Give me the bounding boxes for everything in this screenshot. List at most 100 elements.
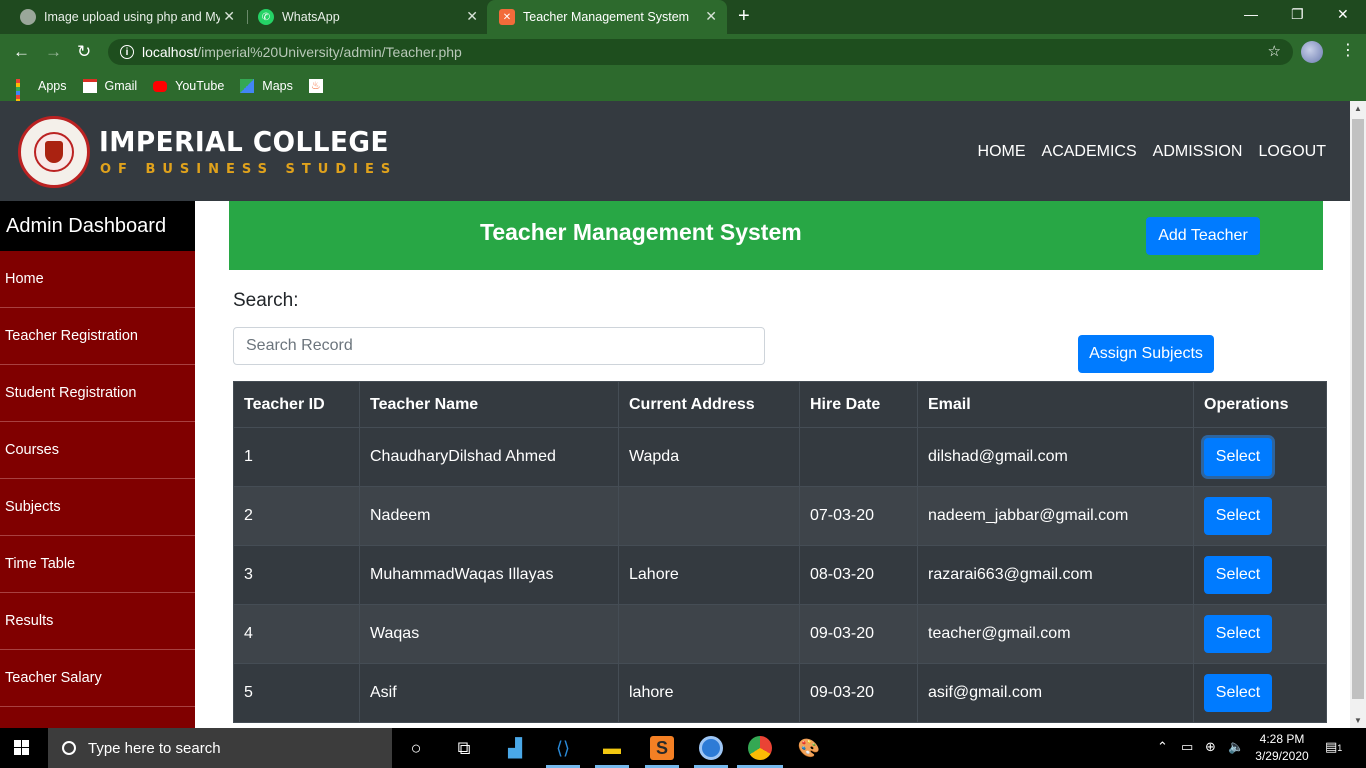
select-button[interactable]: Select <box>1204 556 1272 594</box>
page-banner: Teacher Management System Add Teacher <box>229 201 1323 270</box>
table-row: 1 ChaudharyDilshad Ahmed Wapda dilshad@g… <box>233 427 1327 487</box>
cell-address <box>618 486 800 546</box>
clock-date: 3/29/2020 <box>1255 749 1309 763</box>
info-icon[interactable]: i <box>120 45 134 59</box>
sidebar-item-student-registration[interactable]: Student Registration <box>0 365 195 422</box>
scroll-up-arrow-icon[interactable]: ▲ <box>1354 104 1362 113</box>
browser-tab-teacher-management[interactable]: ✕ Teacher Management System ✕ <box>487 0 727 34</box>
desktop-app-icon[interactable]: ▟ <box>503 736 527 760</box>
notifications-icon[interactable]: ▤1 <box>1325 739 1342 755</box>
taskbar-search-placeholder: Type here to search <box>88 739 221 757</box>
more-menu-icon[interactable]: ⋮ <box>1340 40 1356 60</box>
bookmark-maps[interactable]: Maps <box>240 79 293 93</box>
cortana-circle-icon[interactable]: ○ <box>404 736 428 760</box>
task-view-icon[interactable]: ⧉ <box>452 736 476 760</box>
sidebar-item-courses[interactable]: Courses <box>0 422 195 479</box>
search-input[interactable] <box>233 327 765 365</box>
windows-taskbar: Type here to search ○ ⧉ ▟ ⟨⟩ ▬ S 🎨 ⌃ ▭ ⊕… <box>0 728 1366 768</box>
select-button[interactable]: Select <box>1204 438 1272 476</box>
sidebar-item-results[interactable]: Results <box>0 593 195 650</box>
select-button[interactable]: Select <box>1204 674 1272 712</box>
network-icon[interactable]: ⊕ <box>1205 739 1216 755</box>
chrome-blue-icon[interactable] <box>699 736 723 760</box>
brand-name: IMPERIAL COLLEGE <box>99 125 389 158</box>
column-header-operations: Operations <box>1193 381 1327 428</box>
profile-avatar[interactable] <box>1301 41 1323 63</box>
tab-title: Image upload using php and My <box>44 10 220 24</box>
close-tab-icon[interactable]: ✕ <box>705 8 717 25</box>
nav-logout[interactable]: LOGOUT <box>1258 143 1326 161</box>
table-row: 5 Asif lahore 09-03-20 asif@gmail.com Se… <box>233 663 1327 723</box>
bookmark-gmail[interactable]: Gmail <box>82 79 138 93</box>
sublime-text-icon[interactable]: S <box>650 736 674 760</box>
sidebar-item-teacher-salary[interactable]: Teacher Salary <box>0 650 195 707</box>
scroll-down-arrow-icon[interactable]: ▼ <box>1354 716 1362 725</box>
new-tab-icon[interactable]: + <box>738 5 750 28</box>
nav-admission[interactable]: ADMISSION <box>1153 143 1243 161</box>
table-header-row: Teacher ID Teacher Name Current Address … <box>233 381 1327 428</box>
add-teacher-button[interactable]: Add Teacher <box>1146 217 1260 255</box>
nav-home[interactable]: HOME <box>978 143 1026 161</box>
cell-teacher-id: 4 <box>233 604 360 664</box>
scrollbar-thumb[interactable] <box>1352 119 1364 699</box>
cell-operations: Select <box>1193 486 1327 546</box>
vscode-icon[interactable]: ⟨⟩ <box>551 736 575 760</box>
close-tab-icon[interactable]: ✕ <box>223 8 235 25</box>
close-window-icon[interactable]: ✕ <box>1337 6 1349 23</box>
bookmark-label: Apps <box>38 79 67 93</box>
table-row: 3 MuhammadWaqas Illayas Lahore 08-03-20 … <box>233 545 1327 605</box>
select-button[interactable]: Select <box>1204 615 1272 653</box>
browser-tab-image-upload[interactable]: Image upload using php and My ✕ <box>0 0 245 34</box>
bookmark-star-icon[interactable]: ☆ <box>1268 42 1281 60</box>
url-omnibox[interactable]: i localhost/imperial%20University/admin/… <box>108 39 1293 65</box>
close-tab-icon[interactable]: ✕ <box>466 8 478 25</box>
sidebar-item-time-table[interactable]: Time Table <box>0 536 195 593</box>
bookmark-site[interactable]: ♨ <box>308 79 331 93</box>
cell-hire-date: 08-03-20 <box>799 545 918 605</box>
bookmark-youtube[interactable]: YouTube <box>153 79 224 93</box>
seal-inner <box>34 132 74 172</box>
sidebar-item-home[interactable]: Home <box>0 251 195 308</box>
sidebar-item-subjects[interactable]: Subjects <box>0 479 195 536</box>
sidebar-title: Admin Dashboard <box>0 201 195 251</box>
assign-subjects-button[interactable]: Assign Subjects <box>1078 335 1214 373</box>
tab-title: Teacher Management System <box>523 10 690 24</box>
paint-icon[interactable]: 🎨 <box>797 736 821 760</box>
select-button[interactable]: Select <box>1204 497 1272 535</box>
taskbar-clock[interactable]: 4:28 PM 3/29/2020 <box>1248 731 1316 765</box>
back-arrow-icon[interactable]: ← <box>13 42 30 62</box>
tray-chevron-icon[interactable]: ⌃ <box>1157 739 1168 755</box>
college-logo-seal[interactable] <box>18 116 90 188</box>
whatsapp-icon: ✆ <box>258 9 274 25</box>
battery-icon[interactable]: ▭ <box>1181 739 1193 755</box>
forward-arrow-icon[interactable]: → <box>45 42 62 62</box>
sidebar-item-teacher-registration[interactable]: Teacher Registration <box>0 308 195 365</box>
file-explorer-icon[interactable]: ▬ <box>600 736 624 760</box>
cell-teacher-name: MuhammadWaqas Illayas <box>359 545 619 605</box>
nav-academics[interactable]: ACADEMICS <box>1042 143 1137 161</box>
brand-tagline: OF BUSINESS STUDIES <box>100 162 398 177</box>
browser-tab-bar: Image upload using php and My ✕ ✆ WhatsA… <box>0 0 1366 34</box>
restore-icon[interactable]: ❐ <box>1291 6 1304 23</box>
bookmark-apps[interactable]: Apps <box>16 79 67 115</box>
windows-start-icon[interactable] <box>14 740 29 755</box>
cell-hire-date: 07-03-20 <box>799 486 918 546</box>
seal-crest <box>45 141 63 163</box>
reload-icon[interactable]: ↻ <box>77 42 91 62</box>
cell-address: lahore <box>618 663 800 723</box>
gmail-icon <box>82 79 97 93</box>
column-header-email: Email <box>917 381 1194 428</box>
browser-tab-whatsapp[interactable]: ✆ WhatsApp ✕ <box>238 0 488 34</box>
bookmark-label: Gmail <box>104 79 138 93</box>
chrome-icon[interactable] <box>748 736 772 760</box>
cell-address: Wapda <box>618 427 800 487</box>
page-scrollbar[interactable]: ▲ ▼ <box>1350 101 1366 728</box>
column-header-hire-date: Hire Date <box>799 381 918 428</box>
volume-icon[interactable]: 🔈 <box>1228 739 1244 755</box>
url-host: localhost <box>142 44 198 60</box>
cell-email: teacher@gmail.com <box>917 604 1194 664</box>
globe-icon <box>20 9 36 25</box>
taskbar-search-box[interactable]: Type here to search <box>48 728 392 768</box>
address-bar-row: ← → ↻ i localhost/imperial%20University/… <box>0 34 1366 71</box>
minimize-icon[interactable]: — <box>1244 6 1258 22</box>
